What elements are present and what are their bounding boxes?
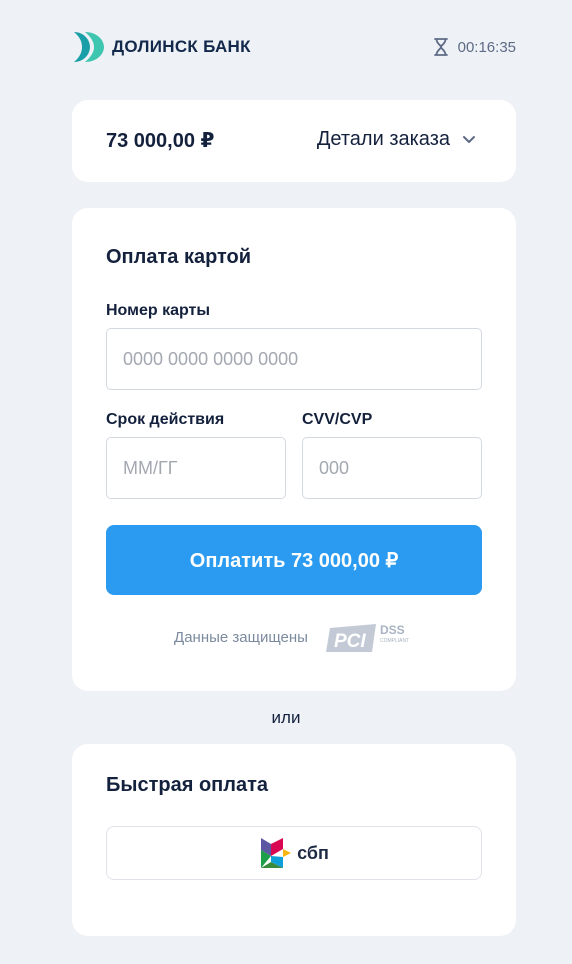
sbp-pay-button[interactable]: сбп — [106, 826, 482, 880]
pci-text: PCI — [334, 631, 366, 652]
header: ДОЛИНСК БАНК 00:16:35 — [72, 30, 516, 66]
secure-notice: Данные защищены PCI DSS COMPLIANT — [72, 618, 516, 656]
compliant-text: COMPLIANT — [380, 638, 409, 644]
expiry-label: Срок действия — [106, 411, 225, 428]
cvv-input[interactable] — [302, 437, 482, 499]
pay-button[interactable]: Оплатить 73 000,00 ₽ — [106, 525, 482, 595]
cvv-label: CVV/CVP — [302, 411, 373, 428]
order-details-label: Детали заказа — [316, 128, 450, 150]
hourglass-icon — [433, 38, 448, 56]
card-number-input[interactable] — [106, 328, 482, 390]
order-details-toggle[interactable]: Детали заказа — [317, 128, 476, 151]
card-payment-title: Оплата картой — [106, 246, 252, 268]
chevron-down-icon — [463, 135, 475, 143]
fast-payment-card: Быстрая оплата сбп — [72, 744, 516, 936]
bank-logo-icon — [74, 32, 104, 62]
sbp-icon — [261, 838, 292, 868]
order-amount: 73 000,00 ₽ — [106, 130, 215, 152]
timer-value: 00:16:35 — [457, 38, 516, 56]
sbp-label: сбп — [297, 842, 329, 863]
session-timer: 00:16:35 — [433, 38, 516, 56]
bank-name: ДОЛИНСК БАНК — [112, 37, 251, 56]
dss-text: DSS — [380, 623, 405, 637]
or-separator: или — [271, 708, 301, 727]
bank-logo: ДОЛИНСК БАНК — [72, 30, 251, 64]
order-summary-card: 73 000,00 ₽ Детали заказа — [72, 100, 516, 182]
card-payment-card: Оплата картой Номер карты Срок действия … — [72, 208, 516, 691]
secure-text: Данные защищены — [174, 628, 308, 646]
fast-payment-title: Быстрая оплата — [106, 774, 268, 796]
expiry-input[interactable] — [106, 437, 286, 499]
card-number-label: Номер карты — [106, 302, 211, 319]
pci-dss-logo: PCI DSS COMPLIANT — [325, 623, 409, 652]
